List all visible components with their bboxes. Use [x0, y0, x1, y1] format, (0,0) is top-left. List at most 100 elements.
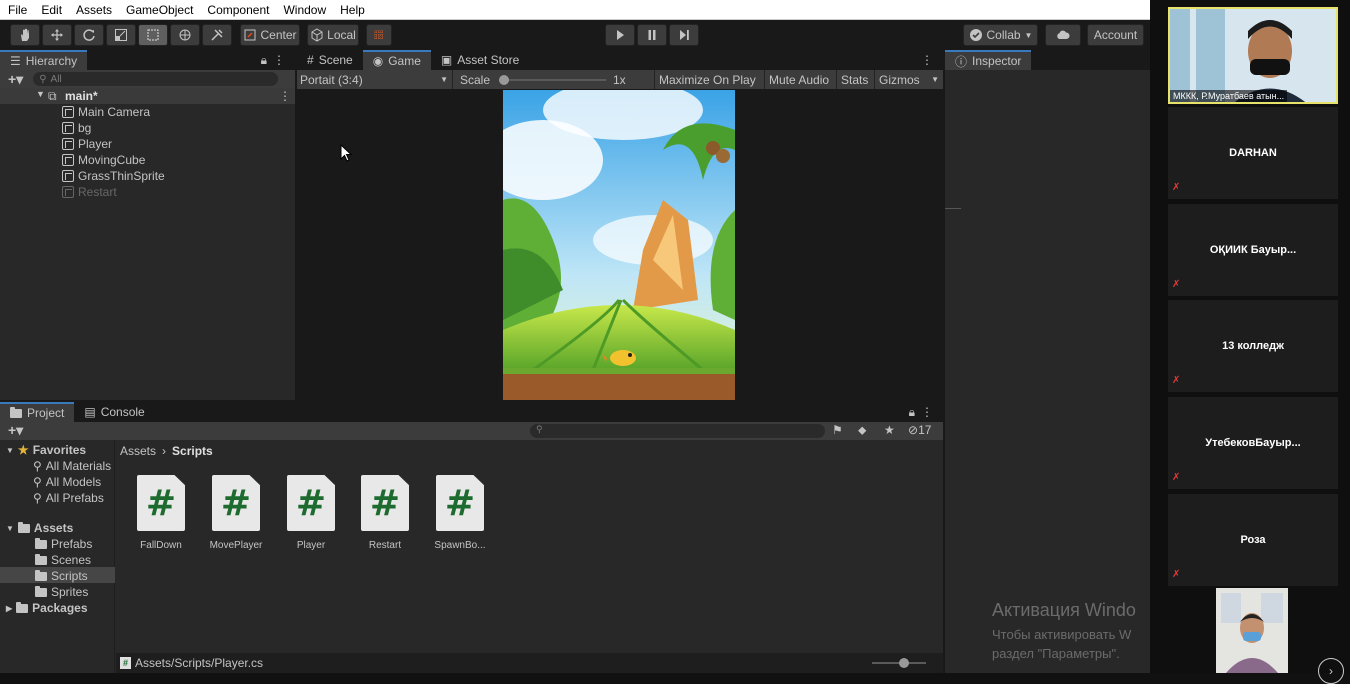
console-icon: ▤	[84, 405, 96, 419]
menu-edit[interactable]: Edit	[41, 3, 62, 17]
gizmos-dropdown[interactable]: Gizmos ▼	[874, 70, 943, 89]
maximize-on-play-toggle[interactable]: Maximize On Play	[654, 70, 760, 89]
participant-caption: МККК, Р.Муратбаев атын...	[1170, 90, 1288, 102]
scale-tool-button[interactable]	[106, 24, 136, 46]
center-label: Center	[260, 28, 297, 42]
favorite-all-materials[interactable]: ⚲ All Materials	[33, 458, 111, 474]
transform-icon	[179, 29, 191, 41]
folder-icon	[35, 569, 47, 581]
hierarchy-tabbar: ☰ Hierarchy 🔒︎ ⋮	[0, 50, 295, 70]
expand-arrow-icon[interactable]: ▼	[36, 89, 45, 99]
pivot-center-button[interactable]: Center	[240, 24, 300, 46]
collab-button[interactable]: Collab ▼	[963, 24, 1038, 46]
favorites-node[interactable]: ▼ ★ Favorites	[6, 442, 86, 458]
project-search-input[interactable]: ⚲	[530, 424, 825, 438]
menu-gameobject[interactable]: GameObject	[126, 3, 193, 17]
assets-node[interactable]: ▼ Assets	[6, 520, 73, 536]
tab-asset-store-label: Asset Store	[457, 53, 520, 67]
step-button[interactable]	[669, 24, 699, 46]
tab-project[interactable]: Project	[0, 402, 75, 422]
favorite-star-icon[interactable]: ★	[884, 423, 895, 437]
scroll-next-chevron-icon[interactable]: ›	[1318, 658, 1344, 684]
menu-file[interactable]: File	[8, 3, 27, 17]
rect-tool-button[interactable]	[138, 24, 168, 46]
menu-help[interactable]: Help	[340, 3, 365, 17]
stats-toggle[interactable]: Stats	[836, 70, 872, 89]
kebab-menu-icon[interactable]: ⋮	[273, 53, 285, 67]
pivot-local-button[interactable]: Local	[307, 24, 359, 46]
aspect-dropdown[interactable]: Portait (3:4) ▼	[297, 70, 453, 89]
snap-grid-button[interactable]	[366, 24, 392, 46]
breadcrumb-scripts[interactable]: Scripts	[172, 444, 213, 458]
game-scene-illustration	[503, 90, 735, 400]
menu-component[interactable]: Component	[207, 3, 269, 17]
menu-bar: File Edit Assets GameObject Component Wi…	[0, 0, 1150, 20]
participant-video-tile-active[interactable]: МККК, Р.Муратбаев атын...	[1168, 7, 1338, 104]
tab-hierarchy[interactable]: ☰ Hierarchy	[0, 50, 88, 70]
mute-audio-toggle[interactable]: Mute Audio	[764, 70, 833, 89]
participant-tile-darhan[interactable]: DARHAN ✗	[1168, 107, 1338, 199]
participant-tile-4[interactable]: УтебековБауыр... ✗	[1168, 397, 1338, 489]
custom-tool-button[interactable]	[202, 24, 232, 46]
kebab-menu-icon[interactable]: ⋮	[921, 405, 933, 419]
script-asset-player[interactable]: # Player	[277, 475, 345, 551]
script-asset-restart[interactable]: # Restart	[351, 475, 419, 551]
tab-scene[interactable]: # Scene	[297, 50, 363, 70]
play-button[interactable]	[605, 24, 635, 46]
scale-slider-track[interactable]	[500, 79, 606, 81]
rotate-tool-button[interactable]	[74, 24, 104, 46]
cloud-button[interactable]	[1045, 24, 1081, 46]
favorite-all-prefabs[interactable]: ⚲ All Prefabs	[33, 490, 104, 506]
hierarchy-search-bar: +▾ ⚲ All	[0, 70, 295, 88]
tab-inspector[interactable]: ⓘ Inspector	[945, 50, 1032, 70]
tab-console[interactable]: ▤ Console	[74, 402, 154, 422]
participant-tile-3[interactable]: 13 колледж ✗	[1168, 300, 1338, 392]
participant-tile-2[interactable]: ОҚИИК Бауыр... ✗	[1168, 204, 1338, 296]
hidden-count: 17	[918, 423, 932, 437]
participant-video-tile-bottom[interactable]	[1216, 588, 1288, 673]
hierarchy-item-player[interactable]: Player	[62, 136, 112, 152]
folder-scripts[interactable]: Scripts	[35, 568, 88, 584]
menu-assets[interactable]: Assets	[76, 3, 112, 17]
hidden-packages-toggle[interactable]: ⊘17	[908, 423, 931, 437]
hierarchy-item-main-camera[interactable]: Main Camera	[62, 104, 150, 120]
scene-menu-icon[interactable]: ⋮	[279, 89, 291, 103]
scene-name: main*	[65, 89, 98, 103]
packages-node[interactable]: ▶ Packages	[6, 600, 88, 616]
favorite-all-models[interactable]: ⚲ All Models	[33, 474, 101, 490]
hand-tool-button[interactable]	[10, 24, 40, 46]
script-label: SpawnBo...	[434, 540, 486, 551]
filter-by-type-icon[interactable]: ⚑	[832, 423, 843, 437]
icon-size-slider-thumb[interactable]	[899, 658, 909, 668]
folder-scenes[interactable]: Scenes	[35, 552, 91, 568]
tab-asset-store[interactable]: ▣ Asset Store	[431, 50, 529, 70]
script-asset-spawnbo[interactable]: # SpawnBo...	[426, 475, 494, 551]
move-tool-button[interactable]	[42, 24, 72, 46]
hierarchy-search-input[interactable]: ⚲ All	[33, 72, 279, 86]
breadcrumb-assets[interactable]: Assets	[120, 444, 156, 458]
create-asset-button[interactable]: +▾	[8, 422, 23, 439]
hierarchy-item-label: Main Camera	[78, 105, 151, 119]
folder-sprites[interactable]: Sprites	[35, 584, 88, 600]
menu-window[interactable]: Window	[283, 3, 326, 17]
folder-prefabs[interactable]: Prefabs	[35, 536, 92, 552]
tab-game[interactable]: ◉ Game	[362, 50, 431, 70]
game-view[interactable]	[503, 90, 735, 400]
hierarchy-item-movingcube[interactable]: MovingCube	[62, 152, 145, 168]
account-button[interactable]: Account	[1087, 24, 1144, 46]
pause-button[interactable]	[637, 24, 667, 46]
kebab-menu-icon[interactable]: ⋮	[921, 53, 933, 67]
filter-by-label-icon[interactable]: ⬥	[858, 423, 866, 438]
hierarchy-item-grassthinsprite[interactable]: GrassThinSprite	[62, 168, 165, 184]
script-asset-falldown[interactable]: # FallDown	[127, 475, 195, 551]
scale-slider-thumb[interactable]	[499, 75, 509, 85]
hierarchy-item-bg[interactable]: bg	[62, 120, 91, 136]
hierarchy-item-restart[interactable]: Restart	[62, 184, 117, 200]
add-object-button[interactable]: +▾	[8, 71, 23, 88]
lock-icon[interactable]: 🔒︎	[261, 53, 267, 68]
transform-tool-button[interactable]	[170, 24, 200, 46]
participant-tile-5[interactable]: Роза ✗	[1168, 494, 1338, 586]
lock-icon[interactable]: 🔒︎	[909, 405, 915, 420]
script-asset-moveplayer[interactable]: # MovePlayer	[202, 475, 270, 551]
scene-row[interactable]: ▼ ⧉ main* ⋮	[0, 88, 295, 104]
